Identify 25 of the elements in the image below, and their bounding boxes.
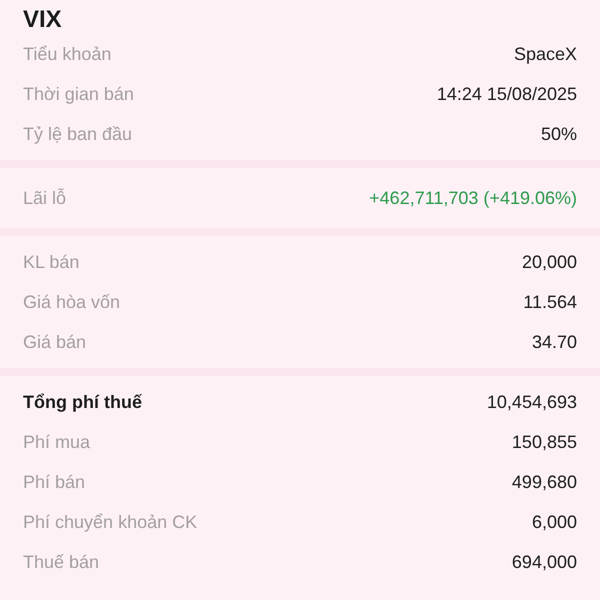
- detail-value: 6,000: [532, 512, 577, 532]
- detail-label: KL bán: [23, 252, 80, 272]
- detail-label: Tỷ lệ ban đầu: [23, 124, 132, 144]
- detail-label: Phí mua: [23, 432, 90, 452]
- detail-label: Thời gian bán: [23, 84, 134, 104]
- detail-value: 499,680: [512, 472, 577, 492]
- profit-value: +462,711,703 (+419.06%): [369, 188, 577, 208]
- detail-label: Phí chuyển khoản CK: [23, 512, 198, 532]
- detail-value: 694,000: [512, 552, 577, 572]
- detail-value: SpaceX: [514, 44, 577, 64]
- detail-label: Lãi lỗ: [23, 188, 66, 208]
- detail-value: 10,454,693: [486, 392, 577, 412]
- detail-label: Giá bán: [23, 332, 86, 352]
- stock-symbol: VIX: [23, 6, 62, 34]
- detail-label: Thuế bán: [23, 552, 100, 572]
- detail-value: 150,855: [512, 432, 577, 452]
- detail-value: 50%: [540, 124, 577, 144]
- detail-label: Tổng phí thuế: [23, 392, 142, 412]
- detail-label: Phí bán: [23, 472, 86, 492]
- detail-label: Giá hòa vốn: [23, 292, 120, 312]
- detail-value: 20,000: [522, 252, 577, 272]
- detail-label: Tiểu khoản: [23, 44, 112, 64]
- detail-value: 14:24 15/08/2025: [436, 84, 577, 104]
- detail-value: 11.564: [523, 292, 577, 312]
- detail-value: 34.70: [532, 332, 577, 352]
